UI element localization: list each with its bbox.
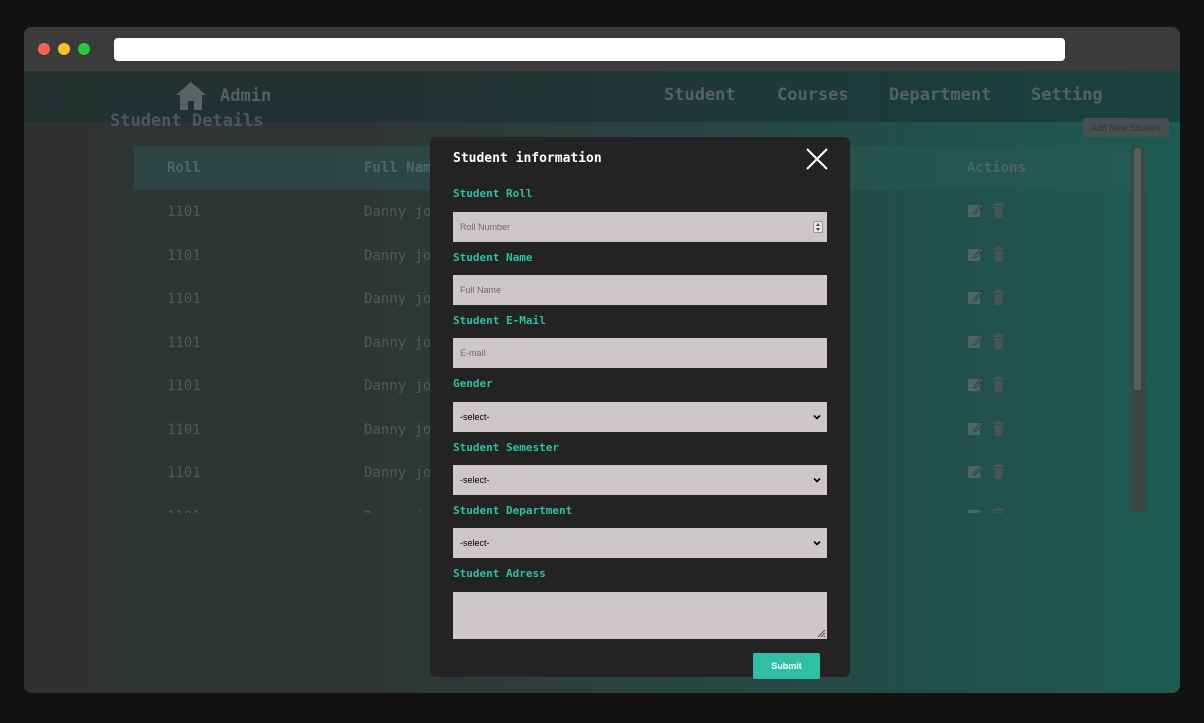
row-actions	[967, 246, 1007, 263]
roll-cell: 1101	[167, 247, 201, 264]
roll-number-input[interactable]	[453, 212, 827, 242]
chevron-down-icon	[813, 477, 821, 483]
trash-icon[interactable]	[990, 202, 1007, 219]
name-cell: Danny jo	[364, 334, 432, 351]
title-bar	[24, 27, 1180, 71]
gender-selected-value: -select-	[460, 412, 490, 422]
semester-label: Student Semester	[453, 441, 559, 454]
semester-select[interactable]: -select-	[453, 465, 827, 495]
maximize-window-button[interactable]	[78, 43, 90, 55]
email-input[interactable]	[453, 338, 827, 368]
close-window-button[interactable]	[38, 43, 50, 55]
gender-label: Gender	[453, 377, 493, 390]
address-textarea[interactable]	[453, 592, 827, 639]
semester-selected-value: -select-	[460, 475, 490, 485]
name-cell: Danny jo	[364, 247, 432, 264]
name-cell: Danny jo	[364, 291, 432, 307]
student-info-modal: Student information Student Roll Student…	[430, 137, 850, 679]
column-header-roll: Roll	[167, 160, 201, 176]
nav-link-setting[interactable]: Setting	[1031, 85, 1103, 105]
close-icon	[806, 148, 828, 170]
name-cell: Danny jo	[364, 378, 432, 394]
roll-cell: 1101	[167, 421, 201, 438]
roll-cell: 1101	[167, 334, 201, 351]
scrollbar-thumb[interactable]	[1134, 148, 1141, 390]
nav-link-student[interactable]: Student	[664, 85, 736, 105]
address-label: Student Adress	[453, 567, 546, 580]
submit-button[interactable]: Submit	[753, 653, 820, 679]
resize-handle-icon[interactable]	[816, 628, 826, 638]
modal-title: Student information	[453, 151, 602, 166]
department-select[interactable]: -select-	[453, 528, 827, 558]
edit-icon[interactable]	[967, 420, 984, 437]
name-cell: Danny jo	[364, 421, 432, 438]
row-actions	[967, 420, 1007, 437]
email-label: Student E-Mail	[453, 314, 546, 327]
name-cell: Danny jo	[364, 465, 432, 481]
row-actions	[967, 376, 1007, 393]
trash-icon[interactable]	[990, 463, 1007, 480]
trash-icon[interactable]	[990, 376, 1007, 393]
name-label: Student Name	[453, 251, 533, 264]
edit-icon[interactable]	[967, 507, 984, 514]
gender-select[interactable]: -select-	[453, 402, 827, 432]
row-actions	[967, 507, 1007, 514]
row-actions	[967, 202, 1007, 219]
trash-icon[interactable]	[990, 333, 1007, 350]
edit-icon[interactable]	[967, 289, 984, 306]
trash-icon[interactable]	[990, 246, 1007, 263]
trash-icon[interactable]	[990, 289, 1007, 306]
browser-window: Admin Student Courses Department Setting…	[24, 27, 1180, 693]
number-stepper[interactable]	[813, 221, 823, 233]
minimize-window-button[interactable]	[58, 43, 70, 55]
department-label: Student Department	[453, 504, 573, 517]
edit-icon[interactable]	[967, 376, 984, 393]
row-actions	[967, 333, 1007, 350]
roll-label: Student Roll	[453, 187, 533, 200]
home-icon	[176, 82, 206, 110]
page-content: Admin Student Courses Department Setting…	[24, 71, 1180, 693]
brand-label: Admin	[220, 86, 272, 106]
close-modal-button[interactable]	[804, 146, 830, 172]
row-actions	[967, 463, 1007, 480]
row-actions	[967, 289, 1007, 306]
roll-cell: 1101	[167, 465, 201, 481]
add-new-student-button[interactable]: Add New Student	[1083, 118, 1169, 137]
trash-icon[interactable]	[990, 507, 1007, 514]
roll-cell: 1101	[167, 509, 201, 514]
chevron-down-icon	[813, 540, 821, 546]
nav-link-department[interactable]: Department	[889, 85, 991, 105]
trash-icon[interactable]	[990, 420, 1007, 437]
edit-icon[interactable]	[967, 463, 984, 480]
name-cell: Danny jo	[364, 509, 431, 514]
address-bar[interactable]	[114, 38, 1065, 61]
roll-cell: 1101	[167, 291, 201, 307]
section-title: Student Details	[110, 111, 264, 129]
column-header-full-name: Full Name	[364, 160, 440, 176]
roll-cell: 1101	[167, 378, 201, 394]
brand[interactable]: Admin	[174, 79, 271, 113]
department-selected-value: -select-	[460, 538, 490, 548]
column-header-actions: Actions	[967, 160, 1027, 176]
edit-icon[interactable]	[967, 246, 984, 263]
full-name-input[interactable]	[453, 275, 827, 305]
nav-link-courses[interactable]: Courses	[777, 85, 849, 105]
roll-cell: 1101	[167, 204, 201, 220]
edit-icon[interactable]	[967, 333, 984, 350]
edit-icon[interactable]	[967, 202, 984, 219]
name-cell: Danny jo	[364, 204, 432, 220]
table-scrollbar[interactable]	[1131, 146, 1145, 513]
chevron-down-icon	[813, 414, 821, 420]
